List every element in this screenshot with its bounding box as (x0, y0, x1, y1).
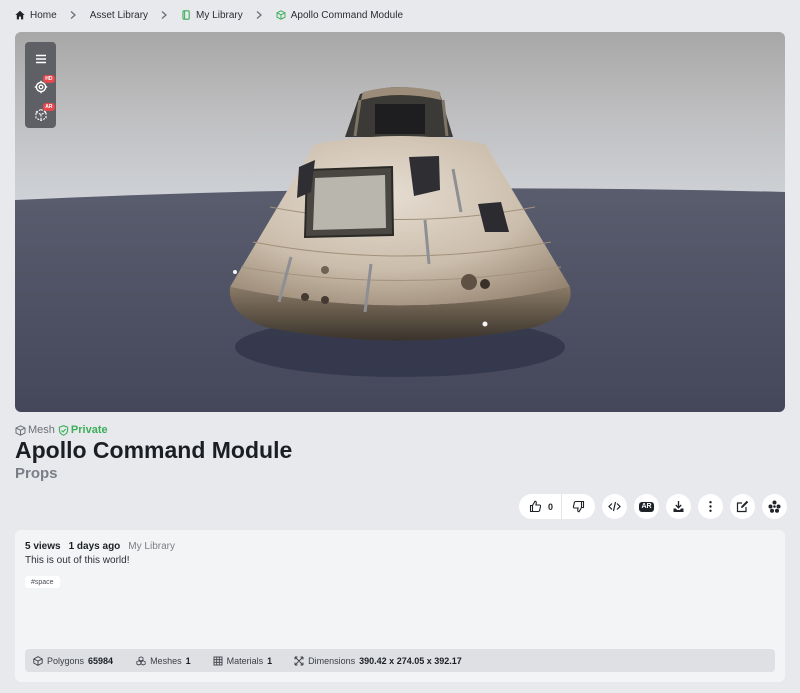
asset-kind-row: Mesh Private (15, 424, 108, 436)
asset-description: This is out of this world! (25, 555, 130, 566)
privacy-status: Private (70, 424, 108, 436)
breadcrumb-asset-library[interactable]: Asset Library (90, 10, 148, 21)
menu-icon (35, 54, 46, 64)
model-viewer[interactable]: HD AR (15, 32, 785, 412)
meshes-icon (136, 655, 146, 665)
spec-meshes: Meshes 1 (136, 656, 191, 666)
breadcrumb-current: Apollo Command Module (276, 10, 403, 21)
asset-actions: 0 AR (519, 494, 787, 519)
breadcrumb-my-library[interactable]: My Library (181, 10, 243, 21)
ar-badge: AR (43, 103, 55, 111)
breadcrumb-current-label: Apollo Command Module (290, 9, 404, 21)
thumbs-up-icon (529, 500, 542, 513)
upload-age: 1 days ago (68, 541, 121, 552)
spec-materials: Materials 1 (213, 655, 273, 666)
viewer-toolbar: HD AR (25, 42, 56, 128)
spec-dimensions-value: 390.42 x 274.05 x 392.17 (359, 655, 462, 666)
edit-button[interactable] (730, 494, 755, 519)
molecule-icon (768, 500, 781, 513)
spec-bar: Polygons 65984 Meshes 1 Materials 1 Dime… (25, 649, 775, 672)
chevron-right-icon (70, 10, 78, 20)
library-book-icon (182, 10, 190, 20)
asset-category[interactable]: Props (15, 465, 58, 482)
chevron-right-icon (256, 10, 264, 20)
download-button[interactable] (666, 494, 691, 519)
spec-polygons: Polygons 65984 (33, 656, 113, 666)
spec-materials-label: Materials (226, 655, 264, 666)
edit-icon (736, 500, 749, 513)
embed-button[interactable] (602, 494, 627, 519)
polygon-icon (33, 655, 43, 666)
spec-meshes-value: 1 (185, 655, 191, 666)
cube-icon (276, 10, 286, 20)
breadcrumb-home-label: Home (30, 9, 57, 21)
tag-chip[interactable]: #space (25, 576, 60, 588)
spec-materials-value: 1 (267, 655, 273, 666)
breadcrumb-asset-library-label: Asset Library (89, 9, 149, 21)
spec-polygons-label: Polygons (47, 655, 85, 666)
viewer-ar-button[interactable]: AR (30, 103, 55, 125)
thumbs-down-icon (572, 500, 585, 513)
viewer-menu-button[interactable] (30, 49, 52, 69)
library-link[interactable]: My Library (128, 541, 175, 552)
hd-badge: HD (43, 75, 55, 83)
mesh-cube-icon (15, 424, 26, 436)
dislike-button[interactable] (562, 494, 595, 519)
ar-icon: AR (639, 501, 654, 512)
spec-polygons-value: 65984 (88, 655, 114, 666)
more-vertical-icon (709, 501, 712, 512)
vote-group: 0 (519, 494, 595, 519)
spec-dimensions-label: Dimensions (308, 655, 356, 666)
breadcrumb-my-library-label: My Library (196, 9, 243, 21)
spec-meshes-label: Meshes (150, 655, 182, 666)
shield-check-icon (58, 424, 69, 436)
expand-arrows-icon (294, 656, 304, 665)
asset-info-card: 5 views 1 days ago My Library This is ou… (15, 530, 785, 682)
chevron-right-icon (161, 10, 169, 20)
like-button[interactable]: 0 (519, 494, 562, 519)
spec-dimensions: Dimensions 390.42 x 274.05 x 392.17 (294, 656, 462, 666)
asset-kind: Mesh (28, 424, 55, 436)
model-render[interactable] (15, 32, 785, 412)
breadcrumb-home[interactable]: Home (15, 10, 57, 21)
materials-icon (213, 656, 223, 665)
more-options-button[interactable] (698, 494, 723, 519)
code-icon (608, 501, 621, 512)
asset-title: Apollo Command Module (15, 437, 293, 463)
breadcrumb: Home Asset Library My Library Apollo Com… (15, 8, 403, 22)
viewer-hd-settings-button[interactable]: HD (30, 75, 55, 97)
ar-view-button[interactable]: AR (634, 494, 659, 519)
view-count: 5 views (25, 541, 61, 552)
download-icon (673, 501, 684, 512)
share-button[interactable] (762, 494, 787, 519)
like-count: 0 (547, 501, 553, 512)
asset-stats: 5 views 1 days ago My Library (25, 541, 175, 552)
home-icon (15, 10, 25, 20)
